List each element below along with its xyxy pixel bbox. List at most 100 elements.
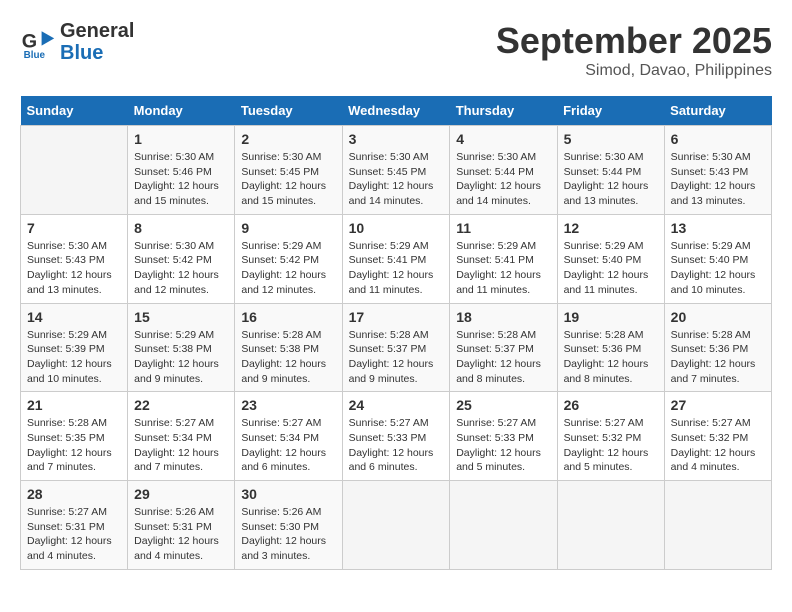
week-row-4: 21Sunrise: 5:28 AMSunset: 5:35 PMDayligh… <box>21 392 772 481</box>
calendar-cell: 16 Sunrise: 5:28 AMSunset: 5:38 PMDayligh… <box>235 303 342 392</box>
calendar-cell: 8 Sunrise: 5:30 AMSunset: 5:42 PMDaylight… <box>128 214 235 303</box>
day-number: 29 <box>134 486 228 502</box>
day-header-sunday: Sunday <box>21 96 128 126</box>
day-number: 22 <box>134 397 228 413</box>
day-number: 30 <box>241 486 335 502</box>
calendar-cell: 9Sunrise: 5:29 AMSunset: 5:42 PMDaylight… <box>235 214 342 303</box>
calendar-cell: 26 Sunrise: 5:27 AMSunset: 5:32 PMDayligh… <box>557 392 664 481</box>
day-number: 2 <box>241 131 335 147</box>
calendar-cell: 12 Sunrise: 5:29 AMSunset: 5:40 PMDayligh… <box>557 214 664 303</box>
cell-info: Sunrise: 5:29 AMSunset: 5:41 PMDaylight:… <box>349 239 444 298</box>
week-row-5: 28Sunrise: 5:27 AMSunset: 5:31 PMDayligh… <box>21 481 772 570</box>
cell-info: Sunrise: 5:29 AMSunset: 5:38 PMDaylight:… <box>134 328 228 387</box>
month-title: September 2025 <box>496 20 772 62</box>
location-title: Simod, Davao, Philippines <box>496 62 772 80</box>
calendar-cell: 24 Sunrise: 5:27 AMSunset: 5:33 PMDayligh… <box>342 392 450 481</box>
calendar-cell: 2 Sunrise: 5:30 AMSunset: 5:45 PMDaylight… <box>235 126 342 215</box>
cell-info: Sunrise: 5:28 AMSunset: 5:38 PMDaylight:… <box>241 328 335 387</box>
calendar-cell: 25 Sunrise: 5:27 AMSunset: 5:33 PMDayligh… <box>450 392 557 481</box>
day-number: 24 <box>349 397 444 413</box>
day-number: 16 <box>241 309 335 325</box>
calendar-cell <box>450 481 557 570</box>
day-number: 5 <box>564 131 658 147</box>
calendar-cell: 11Sunrise: 5:29 AMSunset: 5:41 PMDayligh… <box>450 214 557 303</box>
day-number: 18 <box>456 309 550 325</box>
cell-info: Sunrise: 5:30 AMSunset: 5:45 PMDaylight:… <box>349 150 444 209</box>
cell-info: Sunrise: 5:30 AMSunset: 5:44 PMDaylight:… <box>456 150 550 209</box>
calendar-cell: 10 Sunrise: 5:29 AMSunset: 5:41 PMDayligh… <box>342 214 450 303</box>
day-number: 23 <box>241 397 335 413</box>
week-row-3: 14 Sunrise: 5:29 AMSunset: 5:39 PMDayligh… <box>21 303 772 392</box>
cell-info: Sunrise: 5:29 AMSunset: 5:39 PMDaylight:… <box>27 328 121 387</box>
day-number: 27 <box>671 397 765 413</box>
cell-info: Sunrise: 5:26 AMSunset: 5:30 PMDaylight:… <box>241 505 335 564</box>
calendar-cell: 17 Sunrise: 5:28 AMSunset: 5:37 PMDayligh… <box>342 303 450 392</box>
week-row-2: 7Sunrise: 5:30 AMSunset: 5:43 PMDaylight… <box>21 214 772 303</box>
day-number: 8 <box>134 220 228 236</box>
calendar-cell: 4 Sunrise: 5:30 AMSunset: 5:44 PMDaylight… <box>450 126 557 215</box>
day-number: 7 <box>27 220 121 236</box>
cell-info: Sunrise: 5:30 AMSunset: 5:44 PMDaylight:… <box>564 150 658 209</box>
calendar-cell: 19Sunrise: 5:28 AMSunset: 5:36 PMDayligh… <box>557 303 664 392</box>
calendar-cell <box>342 481 450 570</box>
cell-info: Sunrise: 5:29 AMSunset: 5:42 PMDaylight:… <box>241 239 335 298</box>
calendar-cell: 23 Sunrise: 5:27 AMSunset: 5:34 PMDayligh… <box>235 392 342 481</box>
day-number: 19 <box>564 309 658 325</box>
cell-info: Sunrise: 5:29 AMSunset: 5:40 PMDaylight:… <box>671 239 765 298</box>
cell-info: Sunrise: 5:27 AMSunset: 5:33 PMDaylight:… <box>456 416 550 475</box>
cell-info: Sunrise: 5:28 AMSunset: 5:37 PMDaylight:… <box>456 328 550 387</box>
cell-info: Sunrise: 5:27 AMSunset: 5:33 PMDaylight:… <box>349 416 444 475</box>
day-number: 3 <box>349 131 444 147</box>
calendar-cell: 15 Sunrise: 5:29 AMSunset: 5:38 PMDayligh… <box>128 303 235 392</box>
cell-info: Sunrise: 5:30 AMSunset: 5:45 PMDaylight:… <box>241 150 335 209</box>
calendar-cell <box>21 126 128 215</box>
calendar-cell: 22 Sunrise: 5:27 AMSunset: 5:34 PMDayligh… <box>128 392 235 481</box>
day-number: 20 <box>671 309 765 325</box>
calendar-cell: 18 Sunrise: 5:28 AMSunset: 5:37 PMDayligh… <box>450 303 557 392</box>
day-number: 1 <box>134 131 228 147</box>
calendar-cell: 13 Sunrise: 5:29 AMSunset: 5:40 PMDayligh… <box>664 214 771 303</box>
day-number: 4 <box>456 131 550 147</box>
day-number: 12 <box>564 220 658 236</box>
logo: G Blue General Blue <box>20 20 134 64</box>
cell-info: Sunrise: 5:29 AMSunset: 5:40 PMDaylight:… <box>564 239 658 298</box>
svg-text:G: G <box>22 30 37 52</box>
calendar-cell: 14 Sunrise: 5:29 AMSunset: 5:39 PMDayligh… <box>21 303 128 392</box>
calendar-cell: 6Sunrise: 5:30 AMSunset: 5:43 PMDaylight… <box>664 126 771 215</box>
cell-info: Sunrise: 5:27 AMSunset: 5:34 PMDaylight:… <box>134 416 228 475</box>
day-number: 15 <box>134 309 228 325</box>
cell-info: Sunrise: 5:26 AMSunset: 5:31 PMDaylight:… <box>134 505 228 564</box>
day-number: 17 <box>349 309 444 325</box>
day-number: 28 <box>27 486 121 502</box>
calendar-cell <box>557 481 664 570</box>
calendar-cell: 27Sunrise: 5:27 AMSunset: 5:32 PMDayligh… <box>664 392 771 481</box>
day-number: 10 <box>349 220 444 236</box>
calendar-cell: 3 Sunrise: 5:30 AMSunset: 5:45 PMDaylight… <box>342 126 450 215</box>
day-number: 14 <box>27 309 121 325</box>
day-header-tuesday: Tuesday <box>235 96 342 126</box>
calendar-cell: 30 Sunrise: 5:26 AMSunset: 5:30 PMDayligh… <box>235 481 342 570</box>
cell-info: Sunrise: 5:28 AMSunset: 5:37 PMDaylight:… <box>349 328 444 387</box>
cell-info: Sunrise: 5:27 AMSunset: 5:32 PMDaylight:… <box>564 416 658 475</box>
day-header-wednesday: Wednesday <box>342 96 450 126</box>
day-number: 6 <box>671 131 765 147</box>
calendar-cell: 28Sunrise: 5:27 AMSunset: 5:31 PMDayligh… <box>21 481 128 570</box>
cell-info: Sunrise: 5:27 AMSunset: 5:34 PMDaylight:… <box>241 416 335 475</box>
page-header: G Blue General Blue September 2025 Simod… <box>20 20 772 80</box>
calendar-cell: 7Sunrise: 5:30 AMSunset: 5:43 PMDaylight… <box>21 214 128 303</box>
cell-info: Sunrise: 5:30 AMSunset: 5:46 PMDaylight:… <box>134 150 228 209</box>
logo-general: General <box>60 20 134 42</box>
day-header-thursday: Thursday <box>450 96 557 126</box>
calendar-cell: 29 Sunrise: 5:26 AMSunset: 5:31 PMDayligh… <box>128 481 235 570</box>
day-number: 25 <box>456 397 550 413</box>
cell-info: Sunrise: 5:29 AMSunset: 5:41 PMDaylight:… <box>456 239 550 298</box>
cell-info: Sunrise: 5:28 AMSunset: 5:36 PMDaylight:… <box>671 328 765 387</box>
day-number: 13 <box>671 220 765 236</box>
cell-info: Sunrise: 5:30 AMSunset: 5:42 PMDaylight:… <box>134 239 228 298</box>
day-number: 26 <box>564 397 658 413</box>
calendar-header-row: SundayMondayTuesdayWednesdayThursdayFrid… <box>21 96 772 126</box>
day-header-monday: Monday <box>128 96 235 126</box>
day-header-saturday: Saturday <box>664 96 771 126</box>
calendar-cell: 20 Sunrise: 5:28 AMSunset: 5:36 PMDayligh… <box>664 303 771 392</box>
title-block: September 2025 Simod, Davao, Philippines <box>496 20 772 80</box>
